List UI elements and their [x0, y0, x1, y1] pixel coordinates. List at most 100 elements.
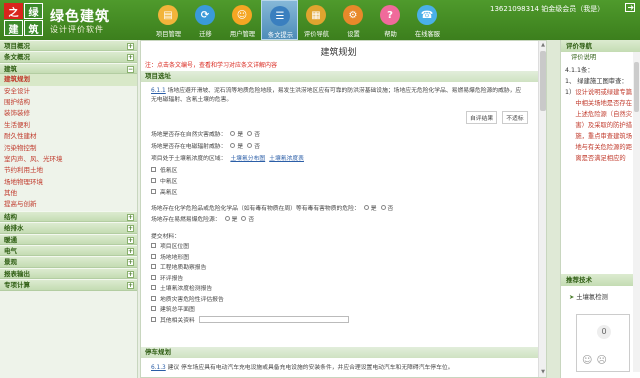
sidebar-item[interactable]: 节约利用土地: [0, 165, 137, 176]
material-checkbox[interactable]: [151, 243, 156, 248]
eval-guide-header[interactable]: 评价导航: [561, 40, 640, 52]
logo-char: 建: [4, 20, 23, 36]
clause-link[interactable]: 6.1.1: [151, 88, 166, 94]
eval-guide-sub[interactable]: 评价说明: [561, 52, 640, 63]
zone-checkbox[interactable]: [151, 189, 156, 194]
clause-ref: 4.1.1条：: [565, 67, 594, 74]
material-checkbox[interactable]: [151, 295, 156, 301]
sidebar-item[interactable]: 提高与创新: [0, 199, 137, 210]
material-checkbox[interactable]: [151, 274, 156, 280]
expand-icon[interactable]: +: [127, 236, 134, 244]
expand-icon[interactable]: +: [127, 43, 134, 50]
nav-item[interactable]: ☎ 在线客服: [409, 0, 446, 40]
scroll-up-icon[interactable]: ▲: [539, 41, 546, 49]
logo-char: 筑: [24, 20, 43, 36]
yes-label: 是: [370, 206, 377, 212]
sidebar-group[interactable]: 景观 +: [0, 256, 137, 268]
clause-link[interactable]: 6.1.3: [151, 365, 166, 371]
radon-map-link[interactable]: 土壤氡分布图: [230, 153, 265, 162]
expand-icon[interactable]: +: [127, 282, 134, 290]
main-scrollbar[interactable]: ▲ ▼: [538, 41, 546, 377]
yes-radio[interactable]: [224, 216, 230, 221]
sidebar-group[interactable]: 结构 +: [0, 210, 137, 223]
sidebar-label: 专项计算: [4, 281, 30, 290]
material-checkbox[interactable]: [151, 316, 156, 322]
expand-icon[interactable]: +: [127, 213, 134, 221]
guide-item-prefix: 1）: [565, 89, 576, 96]
related-tech-item[interactable]: ➤ 土壤氡检测: [561, 288, 616, 305]
account-info[interactable]: 13621098314 铂金级会员（我是）: [490, 4, 604, 14]
nav-item[interactable]: ▦ 评价导航: [298, 0, 335, 40]
question-emr: 场地是否存在电磁辐射威胁： 是 否: [151, 141, 260, 150]
scroll-thumb[interactable]: [540, 51, 546, 111]
expand-icon[interactable]: +: [127, 54, 134, 62]
material-checkbox[interactable]: [151, 285, 156, 290]
sidebar-item[interactable]: 生活便利: [0, 120, 137, 131]
material-checkbox[interactable]: [151, 306, 156, 311]
sidebar-item[interactable]: 安全设计: [0, 86, 137, 97]
sidebar-item[interactable]: 室内声、风、光环境: [0, 154, 137, 165]
expand-icon[interactable]: +: [127, 259, 134, 267]
nav-item[interactable]: ⚙ 设置: [335, 0, 372, 40]
material-label: 其他相关资料: [160, 317, 195, 324]
collapse-icon[interactable]: −: [127, 65, 134, 73]
sidebar-label: 其他: [4, 189, 17, 198]
not-applicable-button[interactable]: 不适标: [502, 111, 528, 124]
sidebar-label: 装饰装修: [4, 109, 30, 118]
user-icon: ☺: [232, 5, 252, 25]
sidebar-group[interactable]: 给排水 +: [0, 222, 137, 234]
sidebar-item[interactable]: 场地物理环境: [0, 177, 137, 188]
scroll-thumb[interactable]: [634, 62, 639, 112]
yes-radio[interactable]: [230, 143, 236, 148]
no-radio[interactable]: [247, 143, 253, 148]
frown-icon[interactable]: ☹: [596, 355, 606, 366]
right-scrollbar[interactable]: [633, 52, 640, 372]
sidebar-group[interactable]: 暖通 +: [0, 233, 137, 246]
section-header-site: 项目选址: [141, 71, 538, 82]
sidebar-label: 安全设计: [4, 86, 30, 95]
no-radio[interactable]: [380, 205, 386, 210]
sidebar-item[interactable]: 其他: [0, 188, 137, 199]
scroll-down-icon[interactable]: ▼: [539, 368, 546, 376]
material-checkbox[interactable]: [151, 264, 156, 269]
sidebar-item[interactable]: 装饰装修: [0, 108, 137, 119]
sidebar-group[interactable]: 项目概况 +: [0, 40, 137, 52]
nav-item[interactable]: ☰ 条文提示: [261, 0, 298, 40]
material-checkbox[interactable]: [151, 253, 156, 259]
sidebar-group[interactable]: 专项计算 +: [0, 279, 137, 291]
question-chemicals: 场地存在化学危险品或危险化学品（如有毒有物质在周）等有毒有害物质的危险： 是 否: [151, 203, 393, 212]
sidebar-item[interactable]: 建筑规划: [0, 74, 137, 86]
nav-label: 在线客服: [414, 31, 441, 38]
sidebar-group[interactable]: 电气 +: [0, 245, 137, 257]
smile-icon[interactable]: ☺: [582, 355, 592, 366]
nav-item[interactable]: ⟳ 迁移: [187, 0, 224, 40]
radon-table-link[interactable]: 土壤氡浓度表: [269, 153, 304, 162]
yes-radio[interactable]: [230, 131, 236, 136]
zone-checkbox[interactable]: [151, 167, 156, 172]
sidebar-group[interactable]: 条文概况 +: [0, 51, 137, 63]
sidebar-item[interactable]: 污染物控制: [0, 143, 137, 154]
zone-checkbox[interactable]: [151, 178, 156, 183]
sidebar-item[interactable]: 围护结构: [0, 97, 137, 108]
sidebar-group[interactable]: 建筑 −: [0, 62, 137, 75]
sidebar-item[interactable]: 耐久性建材: [0, 131, 137, 142]
expand-icon[interactable]: +: [127, 270, 134, 278]
logout-icon[interactable]: [625, 3, 635, 12]
other-material-input[interactable]: [198, 315, 349, 323]
material-option: 地质灾害危险性评估报告: [151, 294, 224, 303]
self-eval-button[interactable]: 自评结果: [466, 111, 498, 124]
no-radio[interactable]: [247, 131, 253, 136]
yes-radio[interactable]: [363, 205, 369, 210]
nav-item[interactable]: ? 帮助: [372, 0, 409, 40]
expand-icon[interactable]: +: [127, 248, 134, 256]
no-label: 否: [387, 206, 394, 212]
clause-paragraph: 6.1.1 场地应避开滑坡、泥石流等地质危险地段，易发生洪涝地区应有可靠的防洪涝…: [151, 87, 526, 105]
nav-item[interactable]: ☺ 用户管理: [224, 0, 261, 40]
expand-icon[interactable]: +: [127, 225, 134, 233]
sidebar-label: 耐久性建材: [4, 132, 37, 141]
nav-item[interactable]: ▤ 项目管理: [150, 0, 187, 40]
no-label: 否: [248, 217, 255, 223]
no-radio[interactable]: [241, 216, 247, 221]
sidebar-group[interactable]: 报表输出 +: [0, 267, 137, 280]
feedback-widget: 0 ☺ ☹: [576, 314, 630, 372]
